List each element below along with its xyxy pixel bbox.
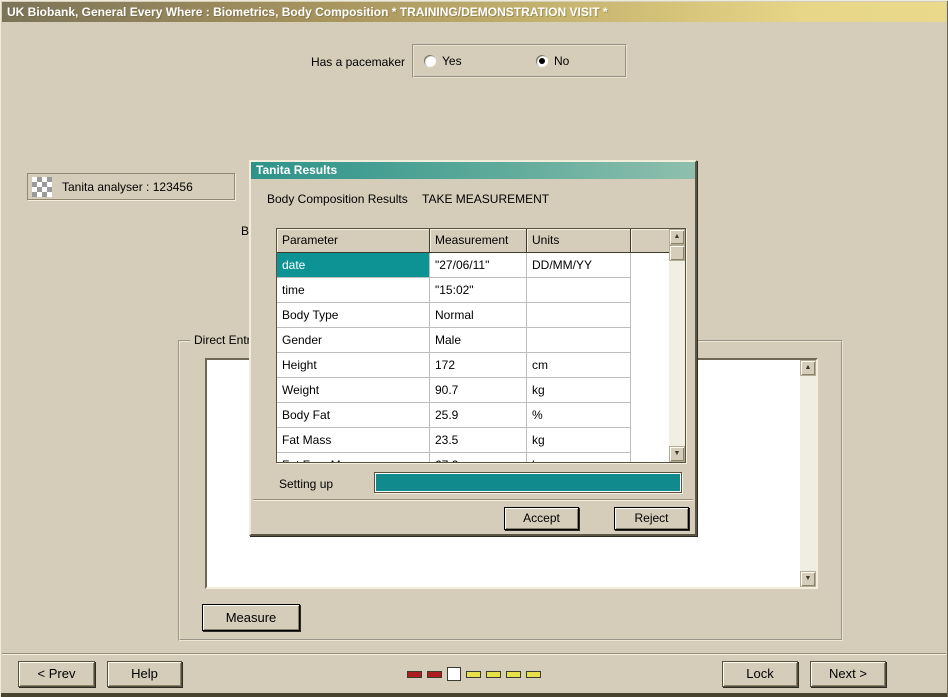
tanita-analyser-text: Tanita analyser : 123456 [62, 180, 193, 194]
prev-button[interactable]: < Prev [18, 661, 95, 687]
pacemaker-label: Has a pacemaker [200, 55, 405, 69]
step-indicator-todo [526, 671, 541, 678]
window-title-bar[interactable]: UK Biobank, General Every Where : Biomet… [2, 2, 946, 22]
step-indicator-todo [466, 671, 481, 678]
footer-separator [2, 653, 946, 655]
help-button[interactable]: Help [107, 661, 182, 687]
step-indicator-todo [486, 671, 501, 678]
table-row[interactable]: Body Type Normal [277, 303, 669, 328]
pacemaker-no-label: No [554, 54, 569, 68]
measure-button[interactable]: Measure [202, 604, 300, 631]
dialog-title-bar[interactable]: Tanita Results [251, 162, 695, 179]
cell-units[interactable]: cm [527, 353, 631, 378]
cell-units[interactable]: DD/MM/YY [527, 253, 631, 278]
cell-parameter[interactable]: Fat Free Mass [277, 453, 430, 463]
reject-button[interactable]: Reject [614, 507, 689, 530]
progress-bar-fill [376, 474, 680, 491]
cell-parameter[interactable]: Weight [277, 378, 430, 403]
cell-measurement[interactable]: 90.7 [430, 378, 527, 403]
radio-yes-icon[interactable] [424, 55, 436, 67]
step-indicator-done [407, 671, 422, 678]
table-row[interactable]: Fat Free Mass 67.2 kg [277, 453, 669, 463]
cell-measurement[interactable]: 23.5 [430, 428, 527, 453]
checkerboard-icon [32, 177, 52, 197]
results-table-body: Parameter Measurement Units date "27/06/… [277, 229, 669, 462]
header-measurement: Measurement [430, 229, 527, 253]
cell-parameter[interactable]: Gender [277, 328, 430, 353]
pacemaker-yes-option[interactable]: Yes [424, 54, 462, 68]
cell-parameter[interactable]: Height [277, 353, 430, 378]
occluded-text-fragment: B [241, 224, 249, 238]
scrollbar-thumb[interactable] [669, 245, 685, 261]
step-indicator-todo [506, 671, 521, 678]
lock-button[interactable]: Lock [722, 661, 798, 687]
pacemaker-yes-label: Yes [442, 54, 462, 68]
cell-measurement[interactable]: Normal [430, 303, 527, 328]
cell-measurement[interactable]: 67.2 [430, 453, 527, 463]
step-indicator-current [447, 667, 461, 681]
cell-measurement[interactable]: Male [430, 328, 527, 353]
radio-no-icon[interactable] [536, 55, 548, 67]
tanita-analyser-field[interactable]: Tanita analyser : 123456 [27, 173, 235, 200]
section-label: Body Composition Results [267, 192, 408, 206]
cell-parameter[interactable]: Body Fat [277, 403, 430, 428]
cell-measurement[interactable]: "15:02" [430, 278, 527, 303]
scroll-up-icon[interactable]: ▲ [800, 360, 816, 376]
next-button[interactable]: Next > [810, 661, 886, 687]
cell-units[interactable] [527, 328, 631, 353]
table-row[interactable]: Gender Male [277, 328, 669, 353]
table-row[interactable]: date "27/06/11" DD/MM/YY [277, 253, 669, 278]
header-units: Units [527, 229, 631, 253]
table-row[interactable]: time "15:02" [277, 278, 669, 303]
cell-units[interactable]: kg [527, 453, 631, 463]
table-row[interactable]: Fat Mass 23.5 kg [277, 428, 669, 453]
accept-button[interactable]: Accept [504, 507, 579, 530]
cell-measurement[interactable]: "27/06/11" [430, 253, 527, 278]
cell-units[interactable]: % [527, 403, 631, 428]
table-header-row: Parameter Measurement Units [277, 229, 669, 253]
header-filler [631, 229, 669, 253]
cell-parameter[interactable]: time [277, 278, 430, 303]
table-scrollbar[interactable]: ▲ ▼ [669, 229, 685, 462]
pacemaker-no-option[interactable]: No [536, 54, 569, 68]
cell-units[interactable] [527, 278, 631, 303]
cell-measurement[interactable]: 25.9 [430, 403, 527, 428]
pacemaker-radio-group: Yes No [412, 44, 627, 78]
cell-units[interactable]: kg [527, 378, 631, 403]
progress-steps [407, 667, 541, 681]
status-display: TAKE MEASUREMENT [422, 192, 549, 206]
step-indicator-done [427, 671, 442, 678]
textarea-scrollbar[interactable]: ▲ ▼ [800, 360, 816, 587]
cell-measurement[interactable]: 172 [430, 353, 527, 378]
table-row[interactable]: Weight 90.7 kg [277, 378, 669, 403]
cell-parameter[interactable]: Body Type [277, 303, 430, 328]
results-table: Parameter Measurement Units date "27/06/… [276, 228, 686, 463]
table-row[interactable]: Height 172 cm [277, 353, 669, 378]
dialog-title: Tanita Results [256, 163, 337, 177]
progress-label: Setting up [279, 477, 333, 491]
cell-units[interactable]: kg [527, 428, 631, 453]
cell-parameter[interactable]: date [277, 253, 430, 278]
tanita-results-dialog: Tanita Results Body Composition Results … [249, 160, 697, 536]
progress-bar [374, 472, 682, 493]
scroll-down-icon[interactable]: ▼ [669, 446, 685, 462]
dialog-button-bar: Accept Reject [253, 499, 693, 534]
header-parameter: Parameter [277, 229, 430, 253]
cell-parameter[interactable]: Fat Mass [277, 428, 430, 453]
cell-units[interactable] [527, 303, 631, 328]
window-title: UK Biobank, General Every Where : Biomet… [7, 5, 608, 19]
table-row[interactable]: Body Fat 25.9 % [277, 403, 669, 428]
scroll-up-icon[interactable]: ▲ [669, 229, 685, 245]
scroll-down-icon[interactable]: ▼ [800, 571, 816, 587]
